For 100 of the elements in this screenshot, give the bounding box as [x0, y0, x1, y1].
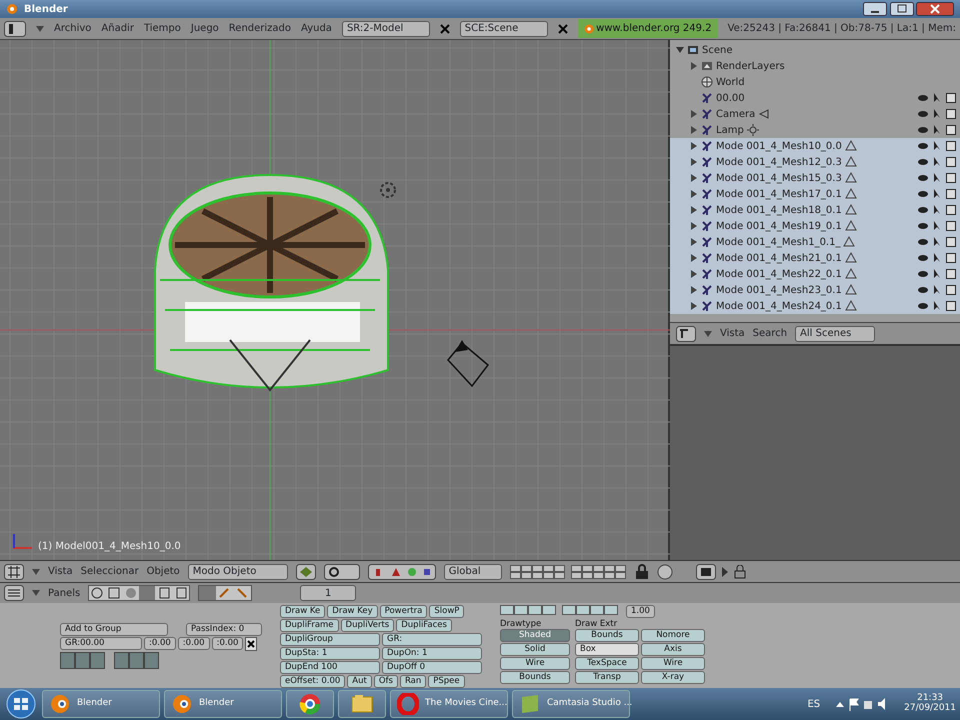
group-layer-buttons[interactable] — [60, 652, 160, 670]
outliner-label[interactable]: Mode 001_4_Mesh21_0.1 — [716, 250, 842, 266]
outliner-row[interactable]: Scene — [670, 42, 960, 58]
outliner-label[interactable]: Mode 001_4_Mesh23_0.1 — [716, 282, 842, 298]
collapse-triangle-icon[interactable] — [690, 126, 698, 134]
toggle-button[interactable]: Draw Ke — [280, 605, 326, 618]
collapse-triangle-icon[interactable] — [690, 62, 698, 70]
toggle-button[interactable]: Ran — [400, 675, 426, 688]
taskbar-button[interactable] — [286, 690, 334, 718]
toggle-button[interactable]: DupEnd 100 — [280, 661, 380, 674]
maximize-icon[interactable] — [890, 2, 914, 16]
menu-item[interactable]: Search — [752, 326, 788, 341]
menu-item[interactable]: Ayuda — [301, 21, 332, 36]
pass-index-field[interactable]: PassIndex: 0 — [186, 623, 262, 636]
editor-type-icon[interactable] — [696, 564, 716, 580]
collapse-icon[interactable] — [36, 26, 44, 32]
collapse-triangle-icon[interactable] — [690, 174, 698, 182]
menu-item[interactable]: Objeto — [146, 564, 180, 579]
outliner-row[interactable]: Mode 001_4_Mesh22_0.1 — [670, 266, 960, 282]
collapse-triangle-icon[interactable] — [690, 110, 698, 118]
outliner-label[interactable]: Mode 001_4_Mesh15_0.3 — [716, 170, 842, 186]
outliner-row[interactable]: World — [670, 74, 960, 90]
drawtype-option[interactable]: Wire — [500, 657, 570, 670]
outliner-row[interactable]: Mode 001_4_Mesh17_0.1 — [670, 186, 960, 202]
menu-item[interactable]: Archivo — [54, 21, 92, 36]
lock-icon[interactable] — [734, 564, 746, 578]
toggle-button[interactable]: Nomore — [641, 629, 705, 642]
collapse-triangle-icon[interactable] — [690, 190, 698, 198]
drawtype-option[interactable]: Shaded — [500, 629, 570, 642]
menu-item[interactable]: Juego — [190, 21, 219, 36]
outliner-row[interactable]: Lamp — [670, 122, 960, 138]
viewport[interactable]: (1) Model001_4_Mesh10_0.0 — [0, 40, 670, 560]
toggle-button[interactable]: Wire — [641, 657, 705, 670]
outliner-label[interactable]: RenderLayers — [716, 58, 785, 74]
outliner-row[interactable]: 00.00 — [670, 90, 960, 106]
shading-icon[interactable] — [296, 564, 316, 580]
toggle-button[interactable]: DupliFaces — [396, 619, 452, 632]
menu-item[interactable]: Vista — [48, 564, 73, 579]
outliner-label[interactable]: Mode 001_4_Mesh17_0.1 — [716, 186, 842, 202]
start-button-icon[interactable] — [4, 689, 38, 719]
minimize-icon[interactable] — [863, 2, 887, 16]
toggle-button[interactable]: eOffset: 0.00 — [280, 675, 346, 688]
outliner-label[interactable]: World — [716, 74, 745, 90]
scale-field[interactable]: 1.00 — [626, 605, 655, 618]
manipulator-icons[interactable] — [368, 564, 436, 580]
render-icon[interactable] — [656, 564, 673, 580]
scope-dropdown[interactable]: All Scenes — [795, 326, 876, 342]
close-icon[interactable] — [440, 24, 450, 34]
collapse-triangle-icon[interactable] — [690, 254, 698, 262]
menu-item[interactable]: Vista — [720, 326, 745, 341]
outliner-label[interactable]: Scene — [702, 42, 732, 58]
outliner-row[interactable]: Mode 001_4_Mesh23_0.1 — [670, 282, 960, 298]
offset-field[interactable]: :0.00 — [178, 637, 210, 650]
outliner-label[interactable]: Mode 001_4_Mesh22_0.1 — [716, 266, 842, 282]
language-indicator[interactable]: ES — [807, 696, 820, 712]
outliner-label[interactable]: Mode 001_4_Mesh10_0.0 — [716, 138, 842, 154]
lock-icon[interactable] — [634, 564, 649, 580]
toggle-button[interactable]: Bounds — [575, 629, 639, 642]
editor-type-icon[interactable] — [4, 564, 24, 580]
taskbar-button[interactable]: The Movies Cine... — [390, 690, 508, 718]
collapse-icon[interactable] — [704, 330, 712, 336]
outliner-row[interactable]: Mode 001_4_Mesh18_0.1 — [670, 202, 960, 218]
outliner-row[interactable]: Camera — [670, 106, 960, 122]
editor-type-icon[interactable] — [676, 326, 696, 342]
close-icon[interactable] — [245, 637, 258, 651]
drawtype-option[interactable]: Solid — [500, 643, 570, 656]
collapse-triangle-icon[interactable] — [690, 222, 698, 230]
outliner-label[interactable]: Mode 001_4_Mesh1_0.1_ — [716, 234, 840, 250]
layer-buttons[interactable] — [500, 605, 618, 615]
expand-triangle-icon[interactable] — [676, 46, 684, 54]
menu-item[interactable]: Renderizado — [228, 21, 292, 36]
outliner-row[interactable]: Mode 001_4_Mesh15_0.3 — [670, 170, 960, 186]
toggle-button[interactable]: GR: — [382, 633, 482, 646]
taskbar-button[interactable]: Blender — [164, 690, 282, 718]
offset-field[interactable]: :0.00 — [144, 637, 176, 650]
context-tabs[interactable] — [88, 585, 190, 601]
taskbar-button[interactable]: Blender — [42, 690, 160, 718]
layer-buttons[interactable] — [510, 564, 627, 580]
pivot-icon[interactable] — [324, 564, 360, 580]
toggle-button[interactable]: Powertra — [380, 605, 428, 618]
taskbar-button[interactable]: Camtasia Studio ... — [512, 690, 630, 718]
subcontext-tabs[interactable] — [198, 585, 252, 601]
menu-item[interactable]: Añadir — [101, 21, 134, 36]
collapse-triangle-icon[interactable] — [690, 270, 698, 278]
editor-type-icon[interactable] — [4, 585, 24, 601]
toggle-button[interactable]: DupliGroup — [280, 633, 380, 646]
outliner-row[interactable]: Mode 001_4_Mesh1_0.1_ — [670, 234, 960, 250]
close-icon[interactable] — [916, 2, 954, 16]
frame-field[interactable]: 1 — [300, 585, 356, 601]
toggle-button[interactable]: Ofs — [374, 675, 398, 688]
toggle-button[interactable]: DupliFrame — [280, 619, 339, 632]
clock[interactable]: 21:33 27/09/2011 — [904, 694, 956, 714]
display-dropdown[interactable]: Box — [575, 643, 639, 656]
orientation-dropdown[interactable]: Global — [444, 564, 502, 580]
collapse-icon[interactable] — [32, 590, 40, 596]
outliner-row[interactable]: Mode 001_4_Mesh19_0.1 — [670, 218, 960, 234]
collapse-triangle-icon[interactable] — [690, 286, 698, 294]
collapse-triangle-icon[interactable] — [690, 206, 698, 214]
expand-icon[interactable] — [721, 566, 729, 576]
toggle-button[interactable]: DupliVerts — [340, 619, 394, 632]
